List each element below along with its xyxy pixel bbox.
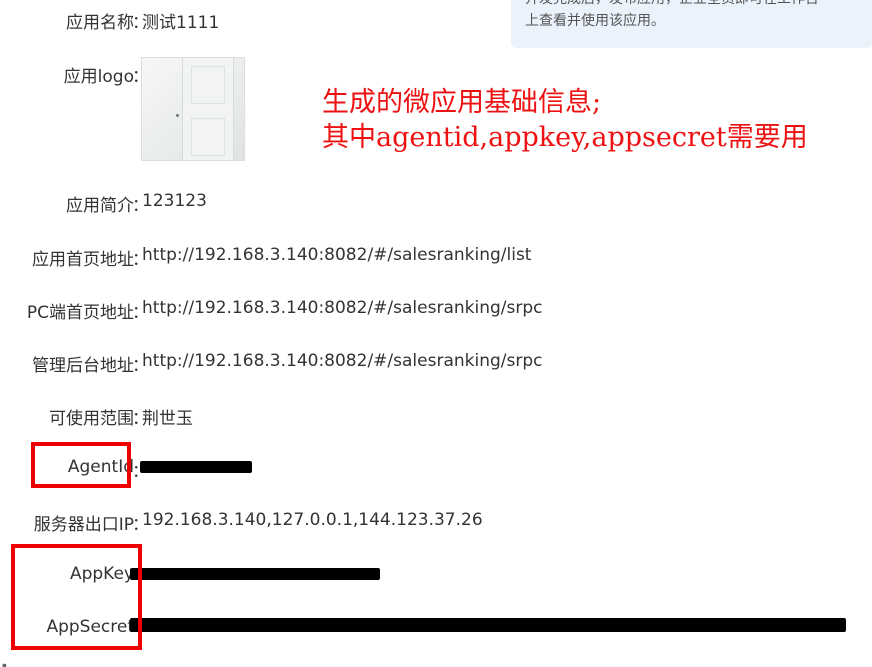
scope-label: 可使用范围 — [49, 409, 134, 429]
logo-door-knob — [176, 114, 179, 117]
admin-url-label: 管理后台地址 — [32, 356, 134, 376]
app-logo-image — [141, 57, 245, 161]
app-info-page: 开发完成后，发布应用，企业全员即可在工作台 上查看并使用该应用。 应用名称 ： … — [0, 0, 872, 667]
annotation-line-1: 生成的微应用基础信息; — [322, 87, 602, 118]
admin-url-value: http://192.168.3.140:8082/#/salesranking… — [142, 351, 543, 371]
server-ip-value: 192.168.3.140,127.0.0.1,144.123.37.26 — [142, 510, 483, 530]
scope-value: 荆世玉 — [142, 409, 193, 429]
app-secret-redaction — [130, 618, 846, 632]
app-name-label: 应用名称 — [66, 13, 134, 33]
home-url-value: http://192.168.3.140:8082/#/salesranking… — [142, 245, 532, 265]
agent-id-redaction — [140, 461, 252, 473]
pc-url-value: http://192.168.3.140:8082/#/salesranking… — [142, 298, 543, 318]
publish-tip: 开发完成后，发布应用，企业全员即可在工作台 上查看并使用该应用。 — [511, 0, 872, 48]
app-intro-value: 123123 — [142, 191, 207, 211]
publish-tip-line-1: 开发完成后，发布应用，企业全员即可在工作台 — [525, 0, 862, 10]
app-key-secret-highlight-box — [11, 544, 142, 650]
server-ip-label: 服务器出口IP — [33, 515, 134, 535]
pc-url-label: PC端首页地址 — [26, 303, 134, 323]
home-url-label: 应用首页地址 — [32, 250, 134, 270]
bottom-cutoff-text-left: ∙ — [0, 658, 9, 667]
logo-door-graphic — [182, 58, 234, 160]
annotation-line-2: 其中agentid,appkey,appsecret需要用 — [322, 122, 808, 153]
app-key-redaction — [130, 568, 380, 580]
agent-id-highlight-box — [31, 442, 131, 488]
app-logo-label: 应用logo — [63, 67, 134, 87]
publish-tip-line-2: 上查看并使用该应用。 — [525, 13, 665, 29]
app-name-value: 测试1111 — [142, 13, 220, 33]
app-intro-label: 应用简介 — [66, 196, 134, 216]
